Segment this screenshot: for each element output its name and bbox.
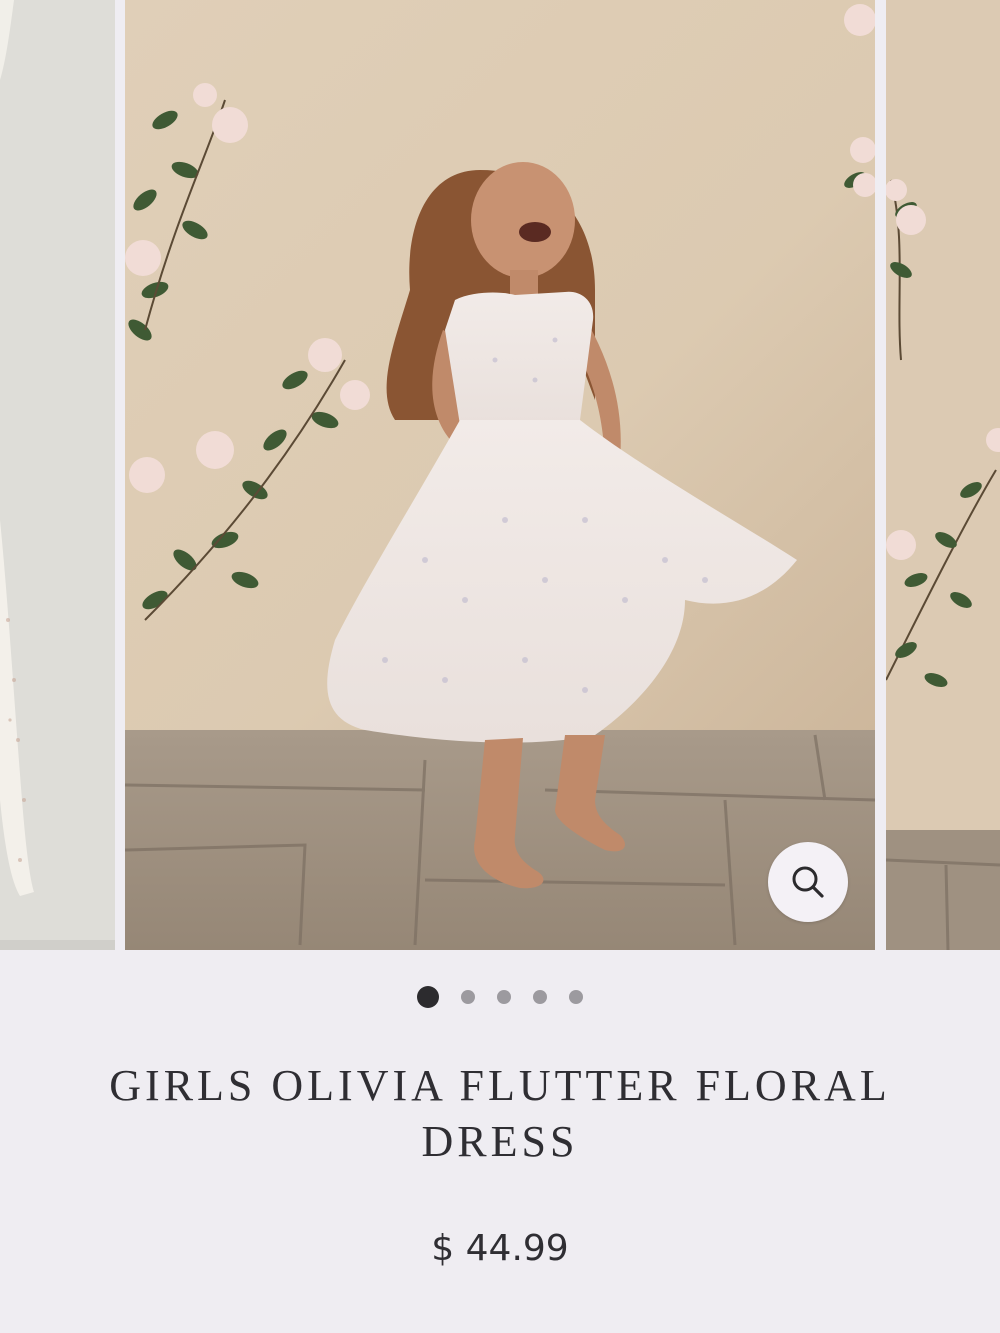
image-carousel[interactable]	[0, 0, 1000, 950]
product-price: $ 44.99	[431, 1228, 569, 1269]
carousel-dot-4[interactable]	[533, 990, 547, 1004]
carousel-slide-previous[interactable]	[0, 0, 115, 950]
carousel-dot-3[interactable]	[497, 990, 511, 1004]
carousel-slide-current[interactable]	[125, 0, 875, 950]
carousel-dot-1[interactable]	[417, 986, 439, 1008]
product-image	[125, 0, 875, 950]
carousel-pagination	[0, 986, 1000, 1008]
next-slide-image	[886, 0, 1000, 950]
previous-slide-image	[0, 0, 115, 950]
carousel-dot-2[interactable]	[461, 990, 475, 1004]
product-title: GIRLS OLIVIA FLUTTER FLORAL DRESS	[109, 1061, 891, 1166]
carousel-dot-5[interactable]	[569, 990, 583, 1004]
product-page: GIRLS OLIVIA FLUTTER FLORAL DRESS $ 44.9…	[0, 0, 1000, 1333]
carousel-slide-next[interactable]	[886, 0, 1000, 950]
search-icon	[792, 866, 824, 898]
zoom-button[interactable]	[768, 842, 848, 922]
